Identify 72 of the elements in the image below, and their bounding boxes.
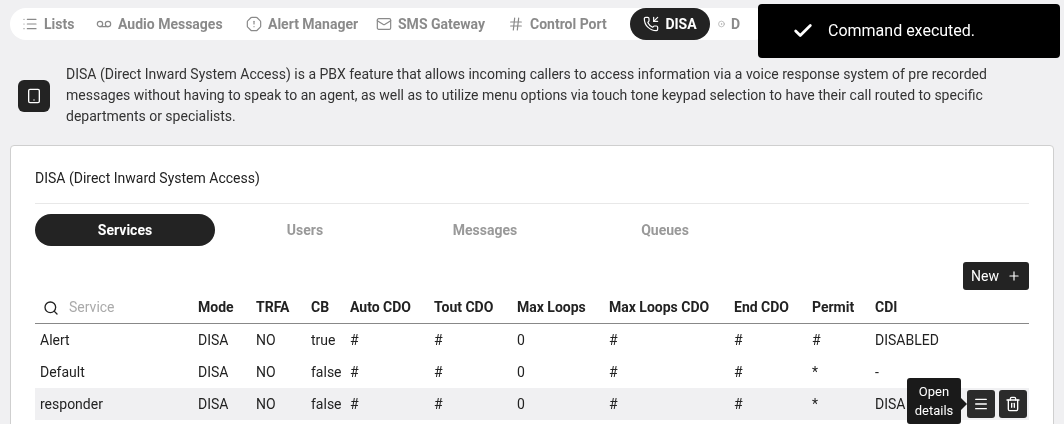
table-cell: NO [256, 395, 276, 412]
table-cell: # [609, 363, 618, 380]
description: DISA (Direct Inward System Access) is a PBX feature that allows incoming callers to access information via a voice response system of pre recorded messages without having to speak to an agent, as well as to utilize menu options via touch tone keypad selection to have their call routed to specific departments or specialists. [66, 65, 988, 126]
table-cell: * [812, 395, 819, 412]
nav-tab[interactable]: SMS Gateway [370, 8, 500, 40]
table-cell: # [812, 331, 821, 348]
table-cell: 0 [517, 395, 525, 412]
toast-message: Command executed. [828, 20, 976, 42]
search-field[interactable]: Service [69, 297, 179, 318]
table-cell: NO [256, 363, 276, 380]
column-header: CB [311, 299, 330, 315]
table-cell: - [875, 363, 879, 380]
table-cell: # [434, 363, 443, 380]
nav-tab[interactable]: Alert Manager [240, 8, 368, 40]
table-cell: # [734, 395, 743, 412]
search-icon [43, 299, 59, 316]
column-header: Auto CDO [350, 299, 412, 315]
column-header: End CDO [734, 299, 789, 315]
table-cell: Default [40, 363, 85, 380]
table-cell: true [311, 331, 336, 348]
table-cell: # [350, 331, 359, 348]
table-cell: # [350, 395, 359, 412]
mail-icon [376, 16, 392, 32]
table-cell: DISA [198, 363, 229, 380]
hash-icon [508, 16, 524, 32]
trash-icon [1005, 396, 1021, 412]
table-cell: # [350, 363, 359, 380]
menu-icon [973, 396, 989, 412]
alert-icon [246, 16, 262, 32]
nav-tab[interactable]: D [712, 8, 746, 40]
table-cell: * [812, 363, 819, 380]
table-cell: # [609, 331, 618, 348]
table-cell: 0 [517, 331, 525, 348]
nav-tab[interactable]: DISA [630, 8, 710, 40]
table-cell: # [734, 331, 743, 348]
new-button[interactable]: New [963, 262, 1029, 290]
plus-icon [1006, 269, 1021, 283]
menu-button[interactable] [967, 390, 995, 418]
table-cell: false [311, 363, 342, 380]
table-cell: NO [256, 331, 276, 348]
table-cell: DISA [198, 331, 229, 348]
tab[interactable]: Users [215, 214, 395, 246]
tooltip: Open details [907, 378, 961, 424]
phone-icon [643, 16, 660, 32]
tab[interactable]: Queues [575, 214, 755, 246]
table-cell: DISA [198, 395, 229, 412]
tab[interactable]: Services [35, 214, 215, 246]
table-cell: Alert [40, 331, 70, 348]
table-cell: # [734, 363, 743, 380]
nav-tab[interactable]: Control Port [502, 8, 628, 40]
column-header: Permit [812, 299, 855, 315]
tab[interactable]: Messages [395, 214, 575, 246]
table-cell: # [609, 395, 618, 412]
nav-tab[interactable]: Lists [16, 8, 88, 40]
table-cell: DISABLED [875, 331, 939, 348]
column-header: Max Loops CDO [609, 299, 710, 315]
list-icon [22, 16, 38, 32]
info-icon [18, 79, 50, 112]
card-title: DISA (Direct Inward System Access) [35, 146, 1029, 204]
column-header: CDI [875, 299, 898, 315]
table-cell: 0 [517, 363, 525, 380]
column-header: TRFA [256, 299, 290, 315]
table-cell: # [434, 331, 443, 348]
nav-tab[interactable]: Audio Messages [90, 8, 238, 40]
table-cell: # [434, 395, 443, 412]
table-cell: false [311, 395, 342, 412]
table-cell: DISA [875, 395, 906, 412]
table-cell: responder [40, 395, 103, 412]
column-header: Tout CDO [434, 299, 494, 315]
column-header: Mode [198, 299, 234, 315]
column-header: Max Loops [517, 299, 586, 315]
delete-button[interactable] [999, 390, 1027, 418]
